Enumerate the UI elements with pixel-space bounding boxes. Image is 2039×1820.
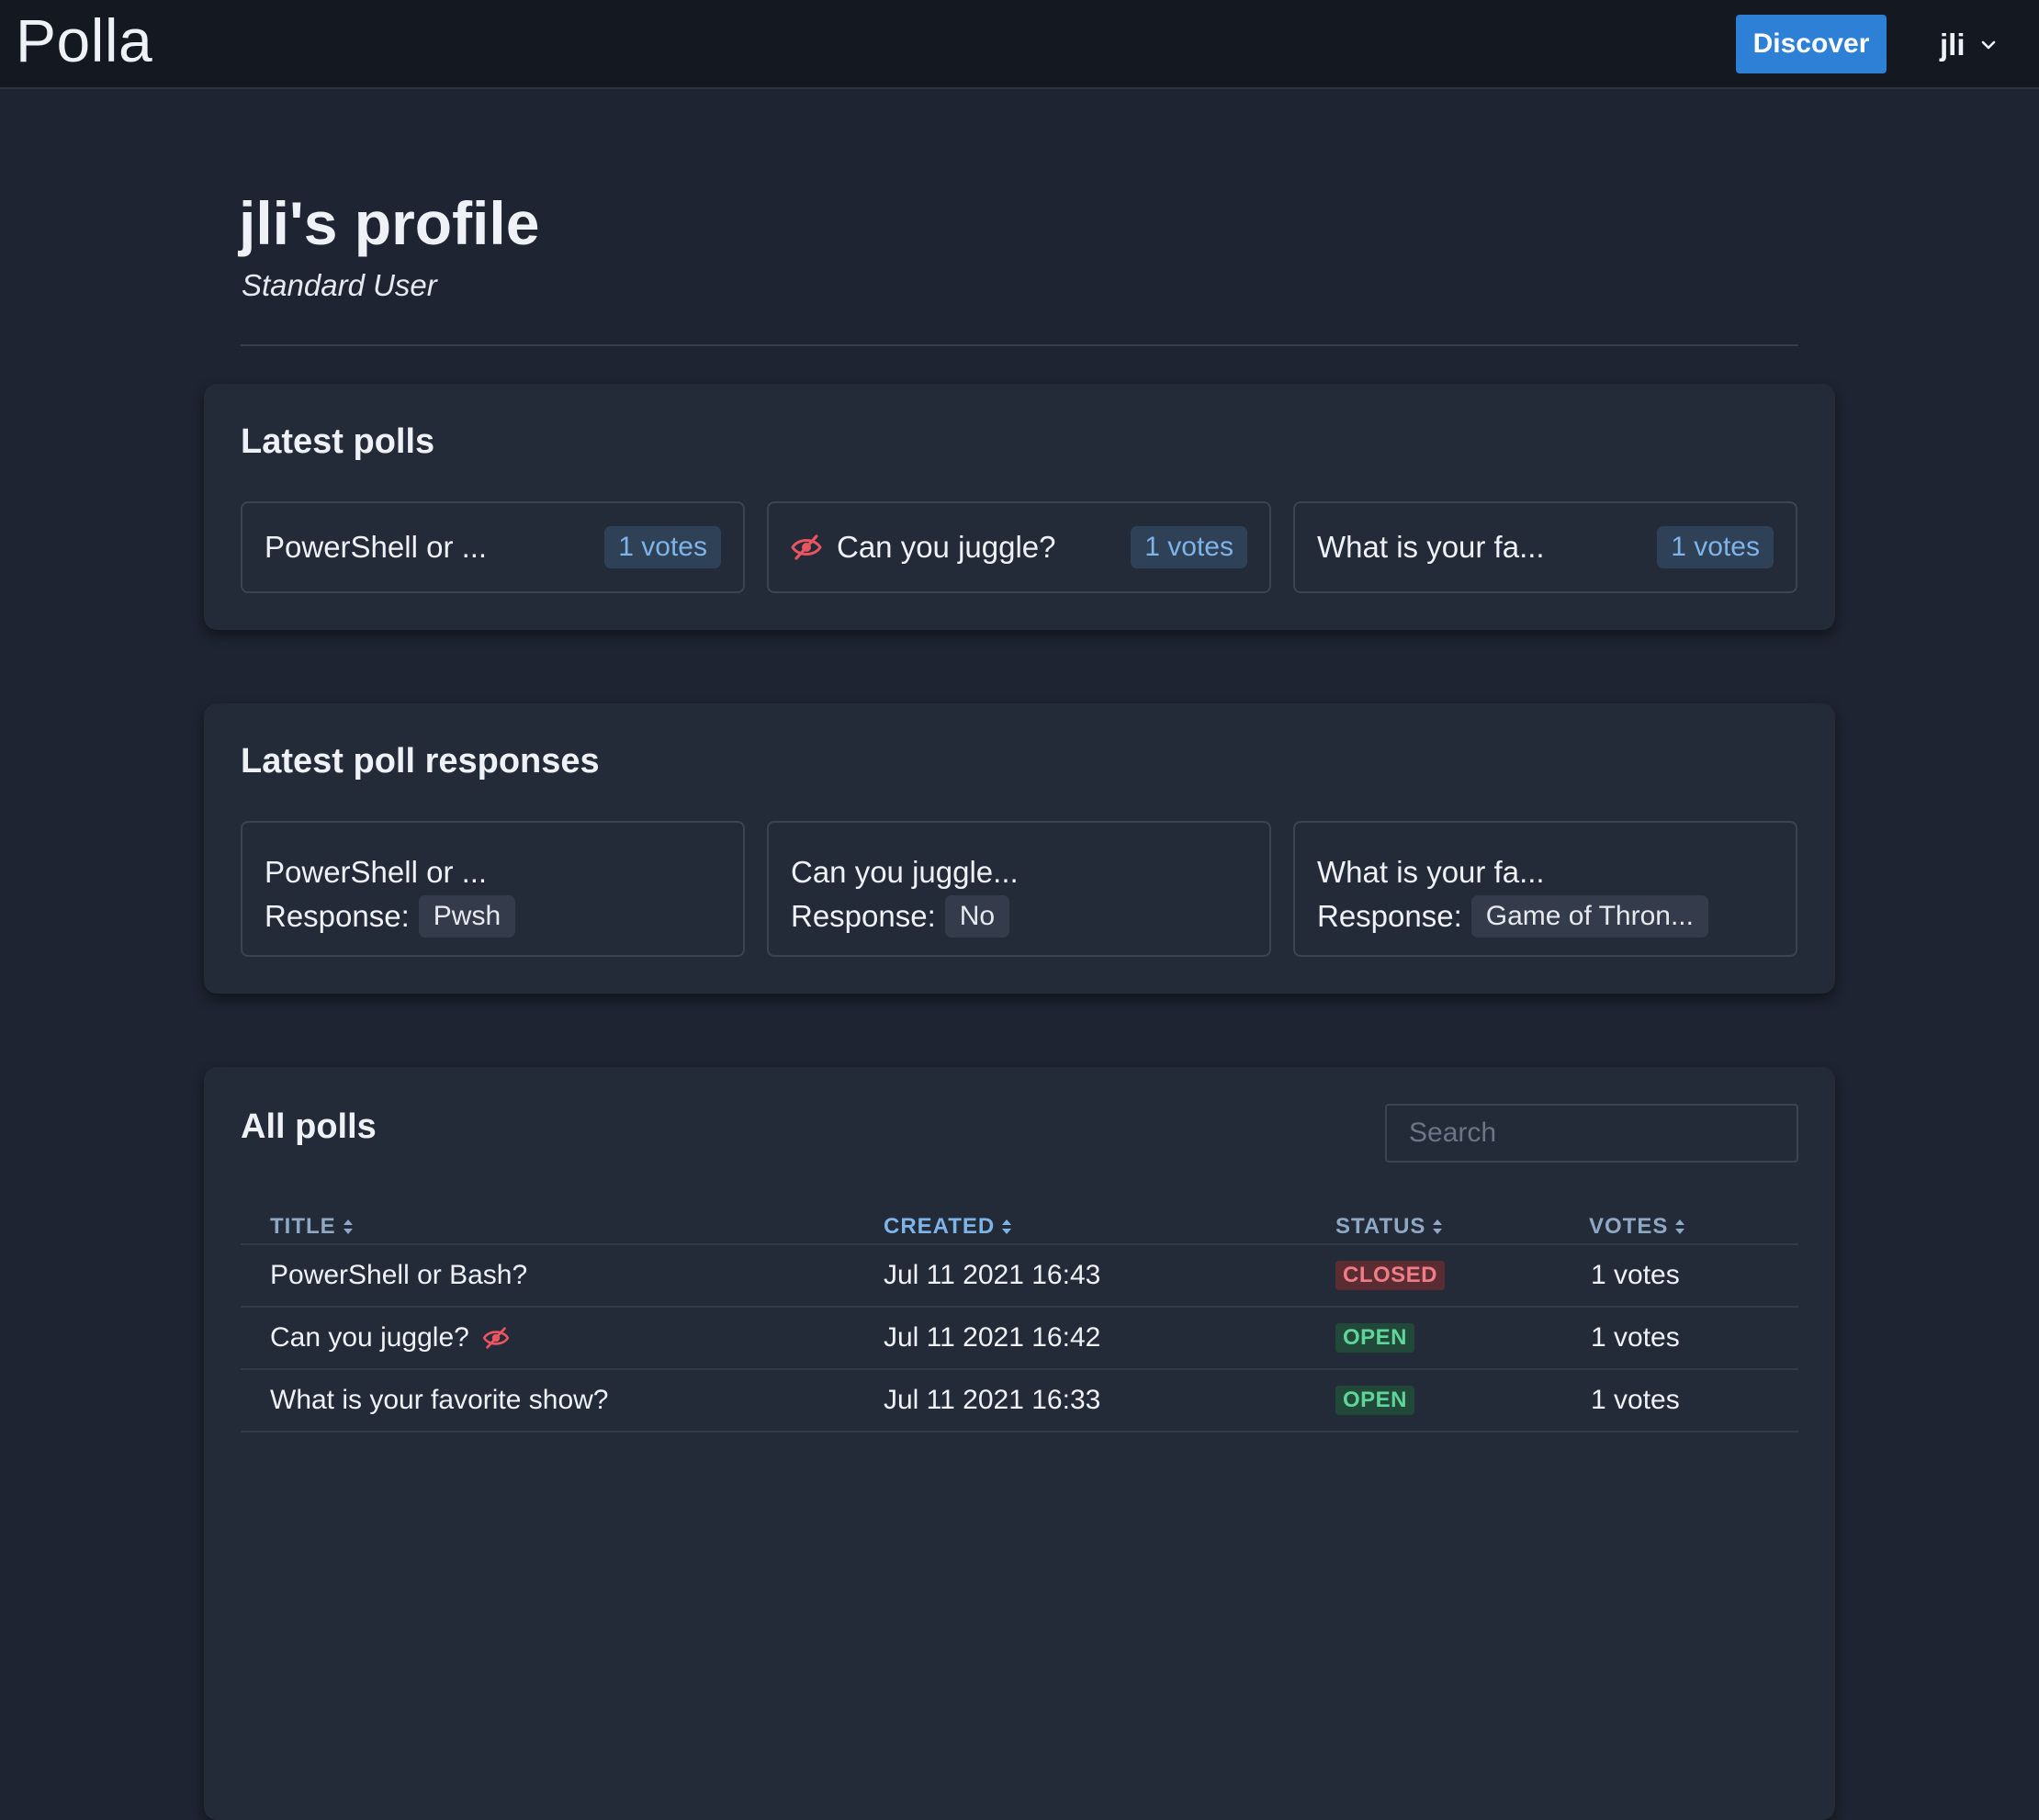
user-menu[interactable]: jli [1940, 20, 1997, 70]
column-header-created[interactable]: CREATED [884, 1208, 1013, 1245]
latest-responses-card: Latest poll responses PowerShell or ... … [204, 703, 1835, 994]
column-header-votes[interactable]: VOTES [1589, 1208, 1686, 1245]
header-divider [241, 344, 1798, 346]
sort-icon [343, 1219, 353, 1234]
column-header-status[interactable]: STATUS [1335, 1208, 1444, 1245]
created-date: Jul 11 2021 16:43 [884, 1260, 1101, 1290]
created-date: Jul 11 2021 16:42 [884, 1322, 1101, 1353]
response-label: Response: [1317, 899, 1462, 933]
latest-polls-title: Latest polls [241, 422, 435, 461]
column-header-title[interactable]: TITLE [270, 1208, 355, 1245]
response-badge: No [944, 895, 1010, 938]
sort-icon [1433, 1219, 1443, 1234]
created-date: Jul 11 2021 16:33 [884, 1385, 1101, 1415]
sort-icon [1002, 1219, 1012, 1234]
poll-title-link[interactable]: PowerShell or Bash? [270, 1245, 527, 1306]
discover-button[interactable]: Discover [1736, 15, 1887, 73]
latest-poll-tile[interactable]: What is your fa... 1 votes [1293, 501, 1797, 593]
votes-count: 1 votes [1591, 1385, 1680, 1415]
table-divider [241, 1431, 1798, 1432]
votes-count: 1 votes [1591, 1322, 1680, 1353]
status-badge: OPEN [1335, 1323, 1415, 1353]
response-label: Response: [791, 899, 936, 933]
search-input[interactable] [1385, 1104, 1798, 1163]
response-poll-title: PowerShell or ... [265, 855, 488, 889]
page-title: jli's profile [239, 189, 540, 257]
chevron-down-icon [1981, 40, 1995, 50]
brand-logo[interactable]: Polla [16, 6, 152, 75]
sort-icon [1675, 1219, 1685, 1234]
poll-title: PowerShell or ... [265, 530, 488, 564]
eye-slash-icon [791, 534, 822, 560]
eye-slash-icon [482, 1327, 510, 1349]
table-row: What is your favorite show? Jul 11 2021 … [241, 1370, 1798, 1431]
user-role: Standard User [242, 268, 437, 302]
response-tile[interactable]: PowerShell or ... Response: Pwsh [241, 821, 745, 957]
top-navbar: Polla Discover jli [0, 0, 2039, 89]
latest-poll-tile[interactable]: PowerShell or ... 1 votes [241, 501, 745, 593]
poll-title-link[interactable]: What is your favorite show? [270, 1370, 608, 1431]
all-polls-card: All polls TITLE CREATED STATUS VOTES Pow… [204, 1067, 1835, 1820]
poll-title-link[interactable]: Can you juggle? [270, 1308, 510, 1368]
response-tile[interactable]: What is your fa... Response: Game of Thr… [1293, 821, 1797, 957]
poll-title: What is your fa... [1317, 530, 1545, 564]
table-row: PowerShell or Bash? Jul 11 2021 16:43 CL… [241, 1245, 1798, 1306]
latest-poll-tile[interactable]: Can you juggle? 1 votes [767, 501, 1271, 593]
votes-badge: 1 votes [1131, 526, 1247, 568]
response-badge: Pwsh [418, 895, 516, 938]
response-poll-title: Can you juggle... [791, 855, 1019, 889]
votes-badge: 1 votes [1657, 526, 1774, 568]
all-polls-title: All polls [241, 1107, 377, 1146]
latest-responses-title: Latest poll responses [241, 742, 600, 781]
poll-title: Can you juggle? [837, 530, 1056, 564]
user-name: jli [1940, 28, 1966, 62]
table-row: Can you juggle? Jul 11 2021 16:42 OPEN 1… [241, 1308, 1798, 1368]
votes-badge: 1 votes [604, 526, 721, 568]
status-badge: CLOSED [1335, 1261, 1446, 1290]
votes-count: 1 votes [1591, 1260, 1680, 1290]
latest-polls-card: Latest polls PowerShell or ... 1 votes C… [204, 384, 1835, 630]
status-badge: OPEN [1335, 1386, 1415, 1415]
response-tile[interactable]: Can you juggle... Response: No [767, 821, 1271, 957]
response-badge: Game of Thron... [1470, 895, 1708, 938]
response-label: Response: [265, 899, 410, 933]
response-poll-title: What is your fa... [1317, 855, 1545, 889]
